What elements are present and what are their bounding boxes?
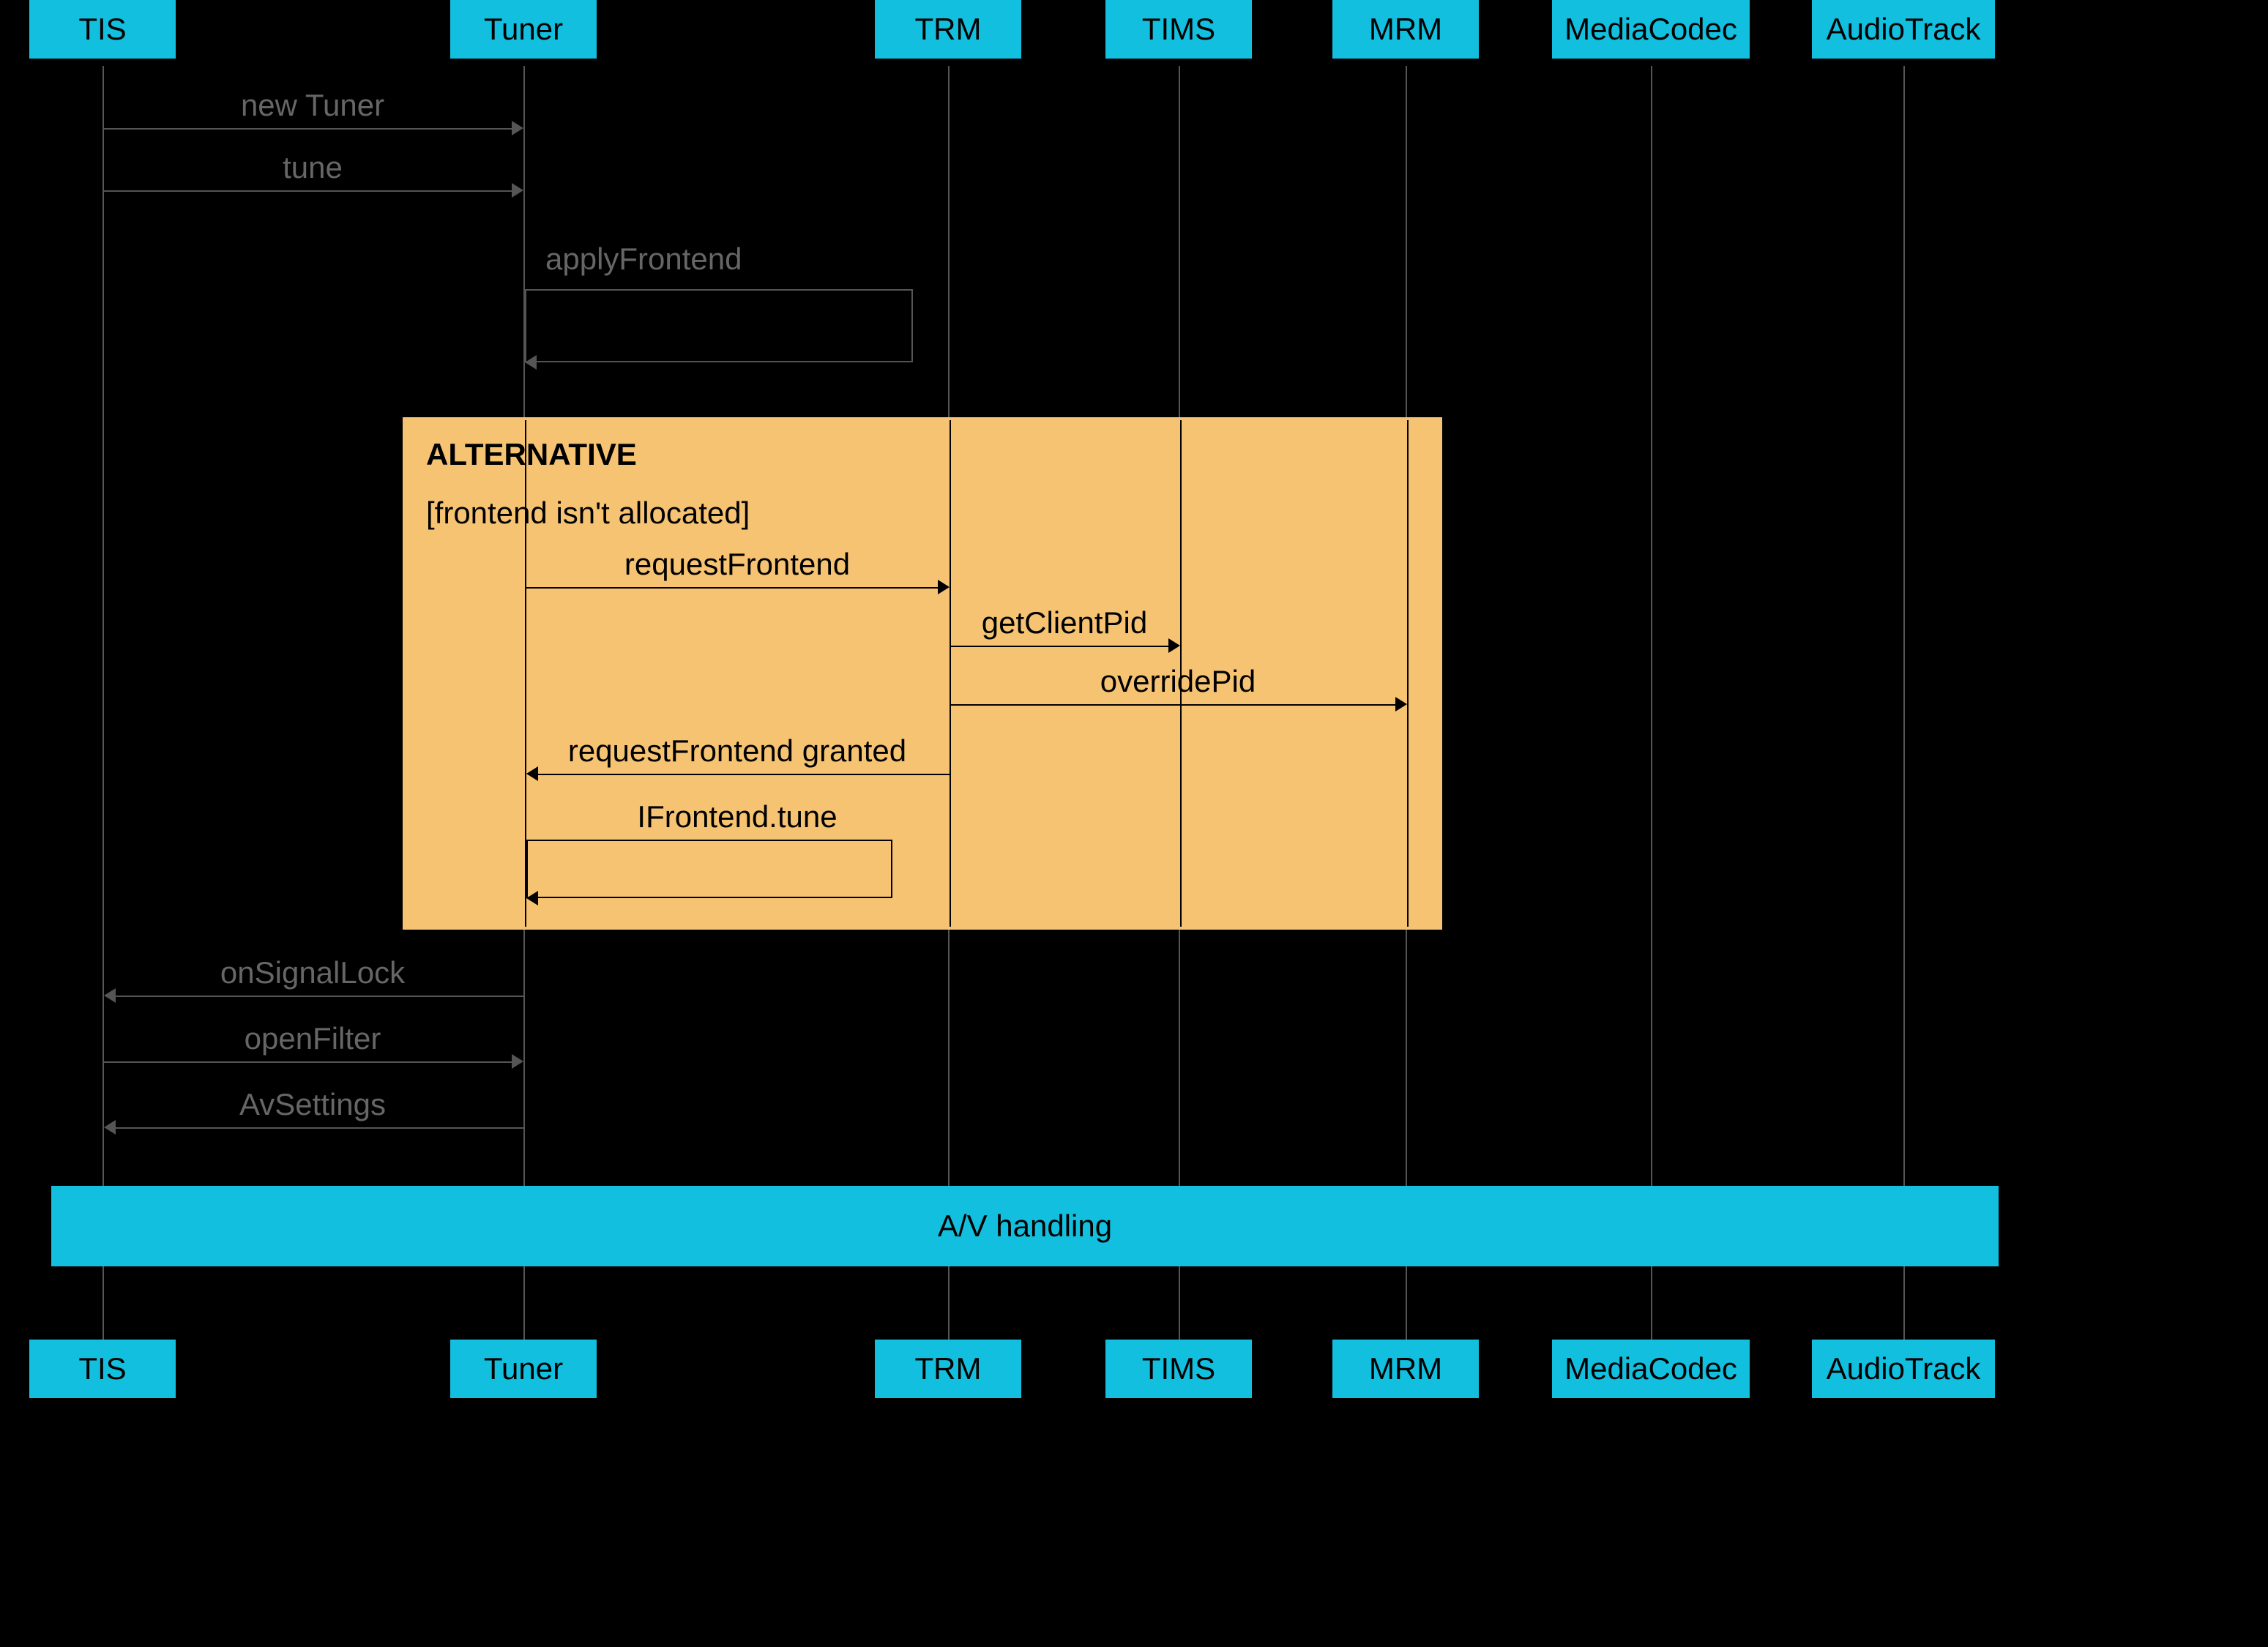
arrow-tune bbox=[104, 190, 512, 192]
participant-mrm-top: MRM bbox=[1332, 0, 1479, 59]
lifeline-tis bbox=[102, 66, 104, 1340]
msg-getclientpid: getClientPid bbox=[982, 605, 1147, 640]
msg-ifrontend-tune: IFrontend.tune bbox=[637, 799, 837, 834]
alt-lifeline-mrm bbox=[1407, 420, 1409, 927]
sequence-diagram: TIS Tuner TRM TIMS MRM MediaCodec AudioT… bbox=[0, 0, 2268, 1647]
arrow-onsignallock bbox=[116, 996, 523, 997]
arrow-overridepid bbox=[951, 704, 1395, 706]
arrowhead-openfilter bbox=[512, 1054, 523, 1069]
arrowhead-tune bbox=[512, 183, 523, 198]
participant-tims-top: TIMS bbox=[1105, 0, 1252, 59]
participant-trm-bottom: TRM bbox=[875, 1340, 1021, 1398]
msg-tune: tune bbox=[283, 150, 343, 185]
arrowhead-avsettings bbox=[104, 1120, 116, 1135]
arrowhead-new-tuner bbox=[512, 121, 523, 135]
arrow-getclientpid bbox=[951, 646, 1168, 647]
arrow-reqfront-granted bbox=[538, 774, 950, 775]
msg-avsettings: AvSettings bbox=[239, 1087, 386, 1122]
arrowhead-applyfrontend bbox=[525, 355, 537, 370]
participant-audiotrack-bottom: AudioTrack bbox=[1812, 1340, 1995, 1398]
lifeline-mediacodec bbox=[1651, 66, 1652, 1340]
av-handling-bar: A/V handling bbox=[51, 1186, 1999, 1266]
alt-condition: [frontend isn't allocated] bbox=[426, 496, 750, 531]
msg-new-tuner: new Tuner bbox=[241, 88, 384, 123]
alt-lifeline-trm bbox=[950, 420, 951, 927]
participant-mrm-bottom: MRM bbox=[1332, 1340, 1479, 1398]
arrow-requestfrontend bbox=[526, 587, 938, 589]
arrow-openfilter bbox=[104, 1061, 512, 1063]
alt-title: ALTERNATIVE bbox=[426, 437, 637, 472]
looparrow-applyfrontend bbox=[525, 289, 913, 362]
arrowhead-requestfrontend bbox=[938, 580, 950, 594]
participant-mediacodec-top: MediaCodec bbox=[1552, 0, 1750, 59]
participant-trm-top: TRM bbox=[875, 0, 1021, 59]
participant-tims-bottom: TIMS bbox=[1105, 1340, 1252, 1398]
looparrow-ifrontend bbox=[526, 840, 892, 898]
arrow-avsettings bbox=[116, 1127, 523, 1129]
arrowhead-overridepid bbox=[1395, 697, 1407, 712]
msg-requestfrontend: requestFrontend bbox=[624, 547, 850, 582]
msg-onsignallock: onSignalLock bbox=[220, 955, 405, 990]
participant-tuner-bottom: Tuner bbox=[450, 1340, 597, 1398]
arrowhead-getclientpid bbox=[1168, 638, 1180, 653]
msg-overridepid: overridePid bbox=[1100, 664, 1256, 699]
arrowhead-reqfront-granted bbox=[526, 766, 538, 781]
participant-tis-top: TIS bbox=[29, 0, 176, 59]
participant-tis-bottom: TIS bbox=[29, 1340, 176, 1398]
participant-audiotrack-top: AudioTrack bbox=[1812, 0, 1995, 59]
arrow-new-tuner bbox=[104, 128, 512, 130]
msg-reqfront-granted: requestFrontend granted bbox=[568, 733, 906, 769]
msg-openfilter: openFilter bbox=[245, 1021, 381, 1056]
msg-applyfrontend: applyFrontend bbox=[545, 242, 742, 277]
alt-fragment: ALTERNATIVE [frontend isn't allocated] r… bbox=[403, 417, 1442, 930]
participant-tuner-top: Tuner bbox=[450, 0, 597, 59]
arrowhead-ifrontend bbox=[526, 891, 538, 905]
lifeline-audiotrack bbox=[1903, 66, 1905, 1340]
participant-mediacodec-bottom: MediaCodec bbox=[1552, 1340, 1750, 1398]
arrowhead-onsignallock bbox=[104, 988, 116, 1003]
